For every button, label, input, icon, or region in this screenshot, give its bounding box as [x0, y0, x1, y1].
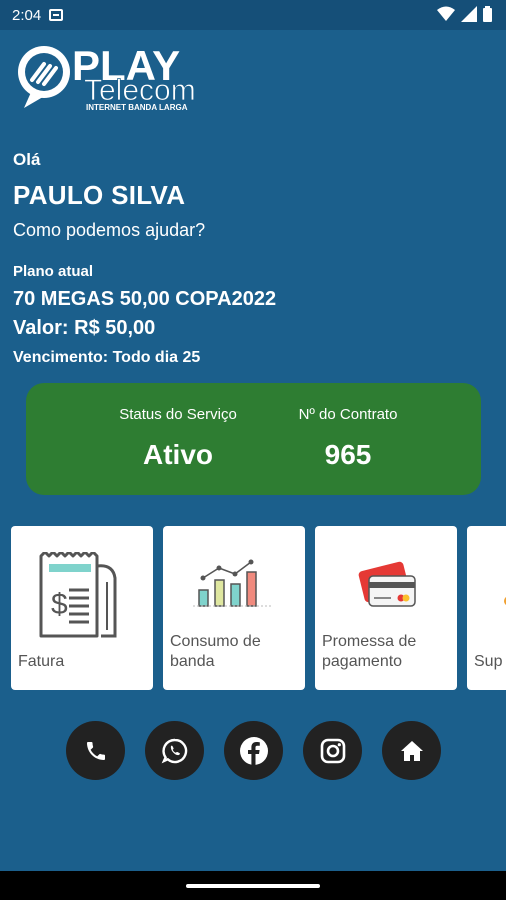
facebook-icon: [239, 736, 268, 765]
svg-text:$: $: [51, 588, 68, 621]
tile-bandwidth-usage-label: Consumo de banda: [170, 633, 261, 670]
plan-name: 70 MEGAS 50,00 COPA2022: [13, 288, 277, 310]
logo-bubble-icon: [18, 46, 70, 108]
whatsapp-icon: [161, 738, 187, 763]
tile-support[interactable]: Sup: [467, 526, 506, 690]
invoice-icon: $: [39, 552, 117, 638]
tile-invoice-label: Fatura: [18, 653, 65, 670]
battery-icon: [483, 6, 492, 22]
plan-due-date: Vencimento: Todo dia 25: [13, 349, 201, 366]
user-name: PAULO SILVA: [13, 180, 186, 210]
wifi-icon: [437, 6, 455, 21]
sim-card-icon: [49, 9, 64, 21]
support-icon: [504, 597, 506, 605]
social-buttons: [66, 721, 441, 780]
system-navigation-bar: [0, 871, 506, 900]
tile-payment-promise[interactable]: Promessa de pagamento: [315, 526, 457, 690]
status-time: 2:04: [12, 6, 42, 24]
brand-logo: PLAY Telecom INTERNET BANDA LARGA: [18, 42, 196, 112]
home-button[interactable]: [382, 721, 441, 780]
menu-tiles: $ Fatura Consumo de banda Promessa de pa…: [11, 526, 506, 690]
phone-icon: [86, 741, 105, 760]
instagram-button[interactable]: [303, 721, 362, 780]
bandwidth-chart-icon: [193, 559, 273, 607]
tile-payment-promise-label: Promessa de pagamento: [322, 633, 417, 670]
credit-card-icon: [358, 561, 416, 607]
greeting-hello: Olá: [13, 150, 41, 169]
home-icon: [400, 740, 423, 761]
contract-number-value: 965: [324, 439, 372, 470]
tile-support-label: Sup: [474, 653, 503, 670]
facebook-button[interactable]: [224, 721, 283, 780]
status-indicators: [437, 6, 492, 22]
plan-label: Plano atual: [13, 263, 94, 280]
status-bar: 2:04: [0, 0, 506, 30]
plan-value: Valor: R$ 50,00: [13, 317, 156, 339]
brand-tagline: INTERNET BANDA LARGA: [86, 103, 188, 112]
whatsapp-button[interactable]: [145, 721, 204, 780]
instagram-icon: [320, 738, 345, 763]
contract-number: Nº do Contrato 965: [248, 383, 448, 471]
tile-bandwidth-usage[interactable]: Consumo de banda: [163, 526, 305, 690]
signal-icon: [461, 6, 477, 22]
home-gesture-handle[interactable]: [186, 884, 320, 888]
help-prompt: Como podemos ajudar?: [13, 220, 206, 240]
contract-number-label: Nº do Contrato: [298, 406, 398, 423]
service-status-card: Status do Serviço Ativo Nº do Contrato 9…: [26, 383, 481, 495]
tile-invoice[interactable]: $ Fatura: [11, 526, 153, 690]
call-button[interactable]: [66, 721, 125, 780]
